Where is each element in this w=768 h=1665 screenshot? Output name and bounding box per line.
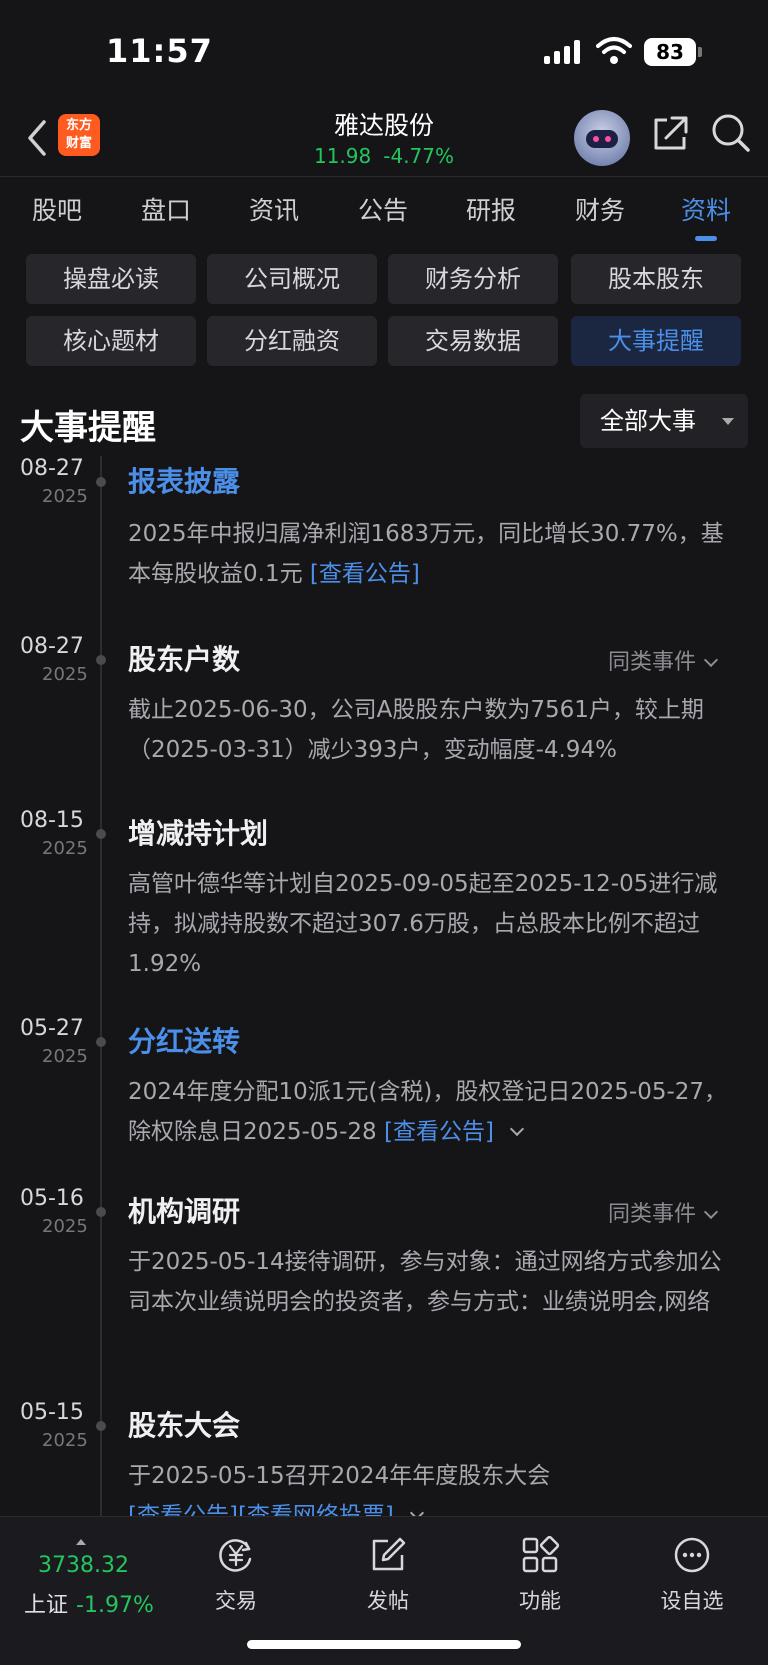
event-description: 截止2025-06-30，公司A股股东户数为7561户，较上期（2025-03-…: [128, 697, 704, 763]
event-date: 05-15: [20, 1400, 84, 1425]
timeline-dot: [96, 1421, 106, 1431]
cellular-signal-icon: [544, 40, 580, 64]
subtab-financial-analysis[interactable]: 财务分析: [388, 254, 558, 304]
edit-icon: [372, 1537, 406, 1571]
main-tabs: 股吧 盘口 资讯 公告 研报 财务 资料: [0, 176, 768, 241]
nav-add-watchlist[interactable]: 设自选: [642, 1535, 742, 1615]
search-icon[interactable]: [710, 112, 752, 154]
caret-down-icon: [722, 418, 734, 425]
nav-label: 设自选: [660, 1589, 724, 1613]
event-title[interactable]: 分红送转: [128, 1020, 240, 1060]
subtab-trading-must-read[interactable]: 操盘必读: [26, 254, 196, 304]
tab-announcements[interactable]: 公告: [358, 177, 408, 227]
wifi-icon: [596, 37, 632, 64]
view-online-voting-link[interactable]: [查看网络投票]: [238, 1503, 394, 1516]
view-announcement-link[interactable]: [查看公告]: [310, 561, 420, 587]
event-title: 股东户数: [128, 643, 241, 676]
battery-icon: 83: [644, 38, 702, 66]
view-announcement-link[interactable]: [查看公告]: [128, 1503, 238, 1516]
event-description: 2025年中报归属净利润1683万元，同比增长30.77%，基本每股收益0.1元…: [128, 514, 728, 594]
event-title: 股东大会: [128, 1409, 241, 1442]
subtab-shareholders[interactable]: 股本股东: [571, 254, 741, 304]
stock-price: 11.98: [313, 144, 372, 168]
caret-up-icon: [76, 1539, 86, 1545]
event-date: 08-27: [20, 456, 84, 481]
view-announcement-link[interactable]: [查看公告]: [384, 1119, 494, 1145]
subtab-major-events[interactable]: 大事提醒: [571, 316, 741, 366]
event-description-text: 2025年中报归属净利润1683万元，同比增长30.77%，基本每股收益0.1元: [128, 521, 724, 587]
assistant-avatar[interactable]: [574, 110, 630, 166]
chevron-down-icon[interactable]: [509, 1121, 525, 1137]
filter-label: 全部大事: [600, 407, 696, 435]
nav-label: 交易: [215, 1589, 257, 1613]
event-description: 于2025-05-15召开2024年年度股东大会 [查看公告][查看网络投票]: [128, 1456, 728, 1516]
tab-finance[interactable]: 财务: [575, 177, 625, 227]
status-bar: 11:57 83: [0, 0, 768, 100]
event-timeline: 08-27 2025 报表披露 2025年中报归属净利润1683万元，同比增长3…: [0, 456, 768, 1516]
similar-events-toggle[interactable]: 同类事件: [608, 644, 719, 676]
more-circle-icon: [674, 1537, 710, 1573]
event-year: 2025: [42, 1046, 88, 1067]
event-year: 2025: [42, 1216, 88, 1237]
tab-research[interactable]: 研报: [466, 177, 516, 227]
event-title: 机构调研: [128, 1195, 241, 1228]
share-icon[interactable]: [650, 114, 690, 154]
index-change: -1.97%: [76, 1593, 154, 1618]
grid-apps-icon: [522, 1535, 560, 1573]
timeline-dot: [96, 655, 106, 665]
subtab-dividends[interactable]: 分红融资: [207, 316, 377, 366]
timeline-dot: [96, 829, 106, 839]
trade-yen-icon: [219, 1539, 252, 1572]
index-name: 上证 -1.97%: [24, 1587, 154, 1619]
subtab-company-overview[interactable]: 公司概况: [207, 254, 377, 304]
tab-news[interactable]: 资讯: [249, 177, 299, 227]
nav-label: 发帖: [367, 1589, 409, 1613]
similar-events-label: 同类事件: [608, 650, 697, 675]
event-date: 05-16: [20, 1186, 84, 1211]
event-year: 2025: [42, 1430, 88, 1451]
event-title[interactable]: 报表披露: [128, 460, 240, 500]
chevron-down-icon: [703, 1204, 719, 1220]
event-filter-dropdown[interactable]: 全部大事: [580, 394, 748, 448]
event-date: 05-27: [20, 1016, 84, 1041]
event-year: 2025: [42, 664, 88, 685]
chevron-down-icon: [703, 652, 719, 668]
timeline-dot: [96, 477, 106, 487]
timeline-line: [100, 456, 102, 1516]
timeline-dot: [96, 1207, 106, 1217]
stock-header: 东方 财富 雅达股份 11.98 -4.77%: [0, 100, 768, 176]
tab-guba[interactable]: 股吧: [32, 177, 82, 227]
timeline-dot: [96, 1037, 106, 1047]
tab-profile[interactable]: 资料: [681, 177, 731, 241]
section-title: 大事提醒: [20, 408, 156, 448]
nav-functions[interactable]: 功能: [490, 1535, 590, 1615]
event-description: 高管叶德华等计划自2025-09-05起至2025-12-05进行减持，拟减持股…: [128, 871, 718, 977]
nav-trade[interactable]: 交易: [186, 1535, 286, 1615]
home-indicator: [247, 1640, 521, 1649]
index-name-text: 上证: [24, 1593, 69, 1618]
event-date: 08-15: [20, 808, 84, 833]
event-description: 2024年度分配10派1元(含税)，股权登记日2025-05-27，除权除息日2…: [128, 1072, 728, 1152]
event-date: 08-27: [20, 634, 84, 659]
index-value: 3738.32: [38, 1553, 129, 1578]
subtab-core-themes[interactable]: 核心题材: [26, 316, 196, 366]
event-description: 于2025-05-14接待调研，参与对象：通过网络方式参加公司本次业绩说明会的投…: [128, 1249, 722, 1315]
event-title: 增减持计划: [128, 817, 269, 850]
event-year: 2025: [42, 838, 88, 859]
event-year: 2025: [42, 486, 88, 507]
status-time: 11:57: [106, 32, 213, 70]
similar-events-toggle[interactable]: 同类事件: [608, 1196, 719, 1228]
tab-pankou[interactable]: 盘口: [141, 177, 191, 227]
stock-change: -4.77%: [383, 144, 455, 168]
nav-post[interactable]: 发帖: [338, 1535, 438, 1615]
subtab-trading-data[interactable]: 交易数据: [388, 316, 558, 366]
similar-events-label: 同类事件: [608, 1202, 697, 1227]
nav-label: 功能: [519, 1589, 561, 1613]
chevron-down-icon[interactable]: [409, 1505, 424, 1516]
event-description-text: 于2025-05-15召开2024年年度股东大会: [128, 1463, 551, 1489]
